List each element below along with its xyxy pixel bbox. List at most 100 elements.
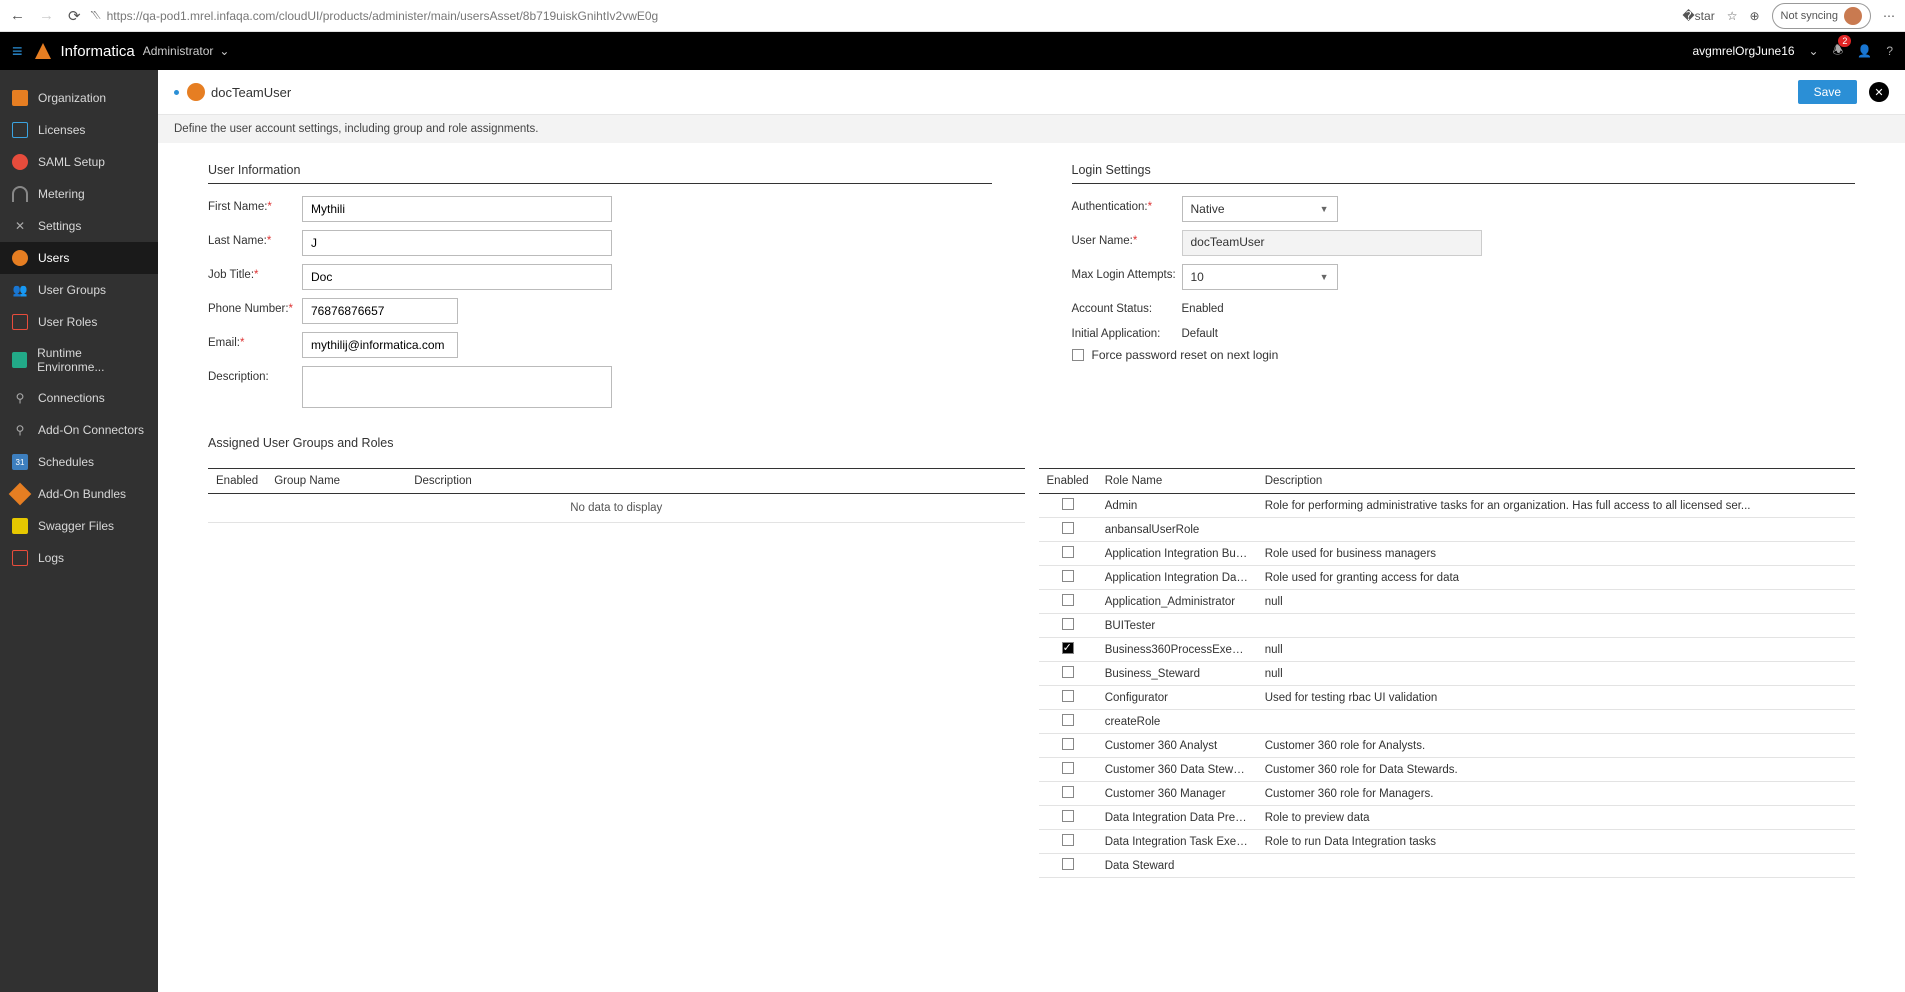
- phone-input[interactable]: [302, 298, 458, 324]
- role-enabled-checkbox[interactable]: [1062, 666, 1074, 678]
- last-name-input[interactable]: [302, 230, 612, 256]
- module-chevron-icon[interactable]: ⌄: [219, 44, 229, 58]
- lock-icon[interactable]: ⳹: [91, 8, 101, 23]
- sidebar-item-label: Metering: [38, 187, 85, 201]
- unsaved-indicator: [174, 90, 179, 95]
- refresh-icon[interactable]: ⟳: [68, 7, 81, 25]
- role-name-cell: Data Integration Task Executor: [1097, 830, 1257, 854]
- users-icon: [12, 250, 28, 266]
- description-input[interactable]: [302, 366, 612, 408]
- role-enabled-checkbox[interactable]: [1062, 522, 1074, 534]
- role-name-cell: Customer 360 Manager: [1097, 782, 1257, 806]
- phone-label: Phone Number:*: [208, 298, 302, 315]
- initialapp-label: Initial Application:: [1072, 323, 1182, 340]
- role-enabled-checkbox[interactable]: [1062, 714, 1074, 726]
- description-label: Description:: [208, 366, 302, 383]
- sidebar-item-label: User Roles: [38, 315, 97, 329]
- role-enabled-checkbox[interactable]: [1062, 618, 1074, 630]
- sidebar-item-settings[interactable]: ✕Settings: [0, 210, 158, 242]
- back-icon[interactable]: ←: [10, 7, 25, 24]
- role-desc-cell: null: [1257, 638, 1855, 662]
- role-enabled-checkbox[interactable]: [1062, 786, 1074, 798]
- sidebar-item-logs[interactable]: Logs: [0, 542, 158, 574]
- sidebar-item-runtime-environme-[interactable]: Runtime Environme...: [0, 338, 158, 382]
- roles-col-enabled[interactable]: Enabled: [1039, 469, 1097, 494]
- job-title-input[interactable]: [302, 264, 612, 290]
- roles-col-desc[interactable]: Description: [1257, 469, 1855, 494]
- force-reset-checkbox[interactable]: [1072, 349, 1084, 361]
- section-user-info: User Information: [208, 163, 992, 184]
- url-text[interactable]: https://qa-pod1.mrel.infaqa.com/cloudUI/…: [107, 9, 659, 23]
- org-chevron-icon[interactable]: ⌄: [1809, 44, 1819, 58]
- table-row: createRole: [1039, 710, 1856, 734]
- profile-pill[interactable]: Not syncing: [1772, 3, 1871, 29]
- table-row: Business_Stewardnull: [1039, 662, 1856, 686]
- roles-col-name[interactable]: Role Name: [1097, 469, 1257, 494]
- auth-select[interactable]: Native ▼: [1182, 196, 1338, 222]
- role-enabled-checkbox[interactable]: [1062, 738, 1074, 750]
- page-subtitle: Define the user account settings, includ…: [158, 115, 1905, 143]
- role-desc-cell: Customer 360 role for Managers.: [1257, 782, 1855, 806]
- role-enabled-checkbox[interactable]: [1062, 570, 1074, 582]
- role-name-cell: Business_Steward: [1097, 662, 1257, 686]
- sidebar-item-schedules[interactable]: 31Schedules: [0, 446, 158, 478]
- close-button[interactable]: ✕: [1869, 82, 1889, 102]
- lic-icon: [12, 122, 28, 138]
- more-icon[interactable]: ⋯: [1883, 9, 1895, 23]
- sidebar-item-add-on-bundles[interactable]: Add-On Bundles: [0, 478, 158, 510]
- sidebar-item-user-groups[interactable]: 👥User Groups: [0, 274, 158, 306]
- forward-icon[interactable]: →: [39, 7, 54, 24]
- sidebar-item-saml-setup[interactable]: SAML Setup: [0, 146, 158, 178]
- collections-icon[interactable]: ⊕: [1749, 9, 1759, 23]
- sidebar-item-swagger-files[interactable]: Swagger Files: [0, 510, 158, 542]
- sidebar-item-organization[interactable]: Organization: [0, 82, 158, 114]
- email-input[interactable]: [302, 332, 458, 358]
- sidebar-item-label: Logs: [38, 551, 64, 565]
- role-enabled-checkbox[interactable]: [1062, 858, 1074, 870]
- notifications-button[interactable]: 🕭 2: [1833, 41, 1844, 62]
- maxlogin-select[interactable]: 10 ▼: [1182, 264, 1338, 290]
- auth-label: Authentication:*: [1072, 196, 1182, 213]
- chevron-down-icon: ▼: [1320, 272, 1329, 282]
- username-input: docTeamUser: [1182, 230, 1482, 256]
- favorite-icon[interactable]: ☆: [1727, 9, 1738, 23]
- role-enabled-checkbox[interactable]: [1062, 762, 1074, 774]
- sidebar-item-metering[interactable]: Metering: [0, 178, 158, 210]
- sidebar-item-user-roles[interactable]: User Roles: [0, 306, 158, 338]
- groups-col-name[interactable]: Group Name: [266, 469, 406, 494]
- chevron-down-icon: ▼: [1320, 204, 1329, 214]
- role-enabled-checkbox[interactable]: [1062, 642, 1074, 654]
- sidebar-item-users[interactable]: Users: [0, 242, 158, 274]
- role-enabled-checkbox[interactable]: [1062, 498, 1074, 510]
- groups-col-desc[interactable]: Description: [406, 469, 1024, 494]
- help-icon[interactable]: ?: [1886, 44, 1893, 58]
- role-enabled-checkbox[interactable]: [1062, 546, 1074, 558]
- role-enabled-checkbox[interactable]: [1062, 690, 1074, 702]
- role-name-cell: Data Steward: [1097, 854, 1257, 878]
- org-label[interactable]: avgmrelOrgJune16: [1692, 44, 1794, 58]
- logs-icon: [12, 550, 28, 566]
- read-aloud-icon[interactable]: �star: [1682, 9, 1714, 23]
- not-syncing-label: Not syncing: [1781, 10, 1838, 22]
- saml-icon: [12, 154, 28, 170]
- hamburger-icon[interactable]: ≡: [12, 41, 23, 62]
- sidebar-item-add-on-connectors[interactable]: ⚲Add-On Connectors: [0, 414, 158, 446]
- role-enabled-checkbox[interactable]: [1062, 594, 1074, 606]
- module-label: Administrator: [143, 44, 214, 58]
- role-desc-cell: Role to run Data Integration tasks: [1257, 830, 1855, 854]
- bundle-icon: [9, 483, 32, 506]
- role-name-cell: Configurator: [1097, 686, 1257, 710]
- groups-col-enabled[interactable]: Enabled: [208, 469, 266, 494]
- role-name-cell: Customer 360 Data Steward: [1097, 758, 1257, 782]
- role-enabled-checkbox[interactable]: [1062, 810, 1074, 822]
- role-desc-cell: Role used for business managers: [1257, 542, 1855, 566]
- groups-no-data: No data to display: [208, 494, 1025, 523]
- user-icon[interactable]: 👤: [1857, 44, 1872, 58]
- sidebar-item-connections[interactable]: ⚲Connections: [0, 382, 158, 414]
- role-enabled-checkbox[interactable]: [1062, 834, 1074, 846]
- first-name-input[interactable]: [302, 196, 612, 222]
- save-button[interactable]: Save: [1798, 80, 1857, 104]
- sidebar-item-licenses[interactable]: Licenses: [0, 114, 158, 146]
- role-name-cell: Application Integration Data Vie...: [1097, 566, 1257, 590]
- table-row: ConfiguratorUsed for testing rbac UI val…: [1039, 686, 1856, 710]
